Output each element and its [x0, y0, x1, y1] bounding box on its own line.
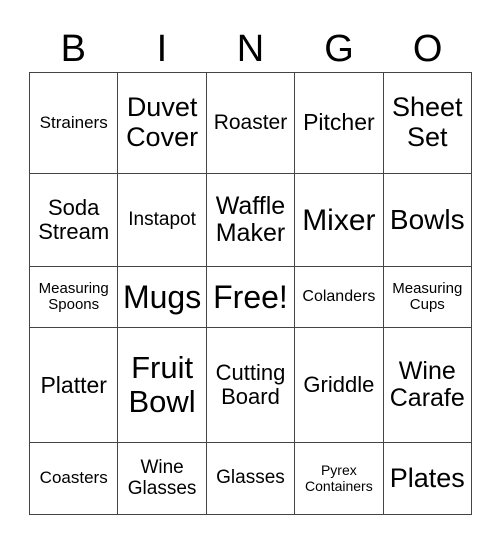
- bingo-cell[interactable]: Duvet Cover: [117, 72, 207, 174]
- bingo-cell[interactable]: Pyrex Containers: [294, 442, 384, 515]
- bingo-cell[interactable]: Mugs: [117, 266, 207, 328]
- header-letter-i: I: [156, 28, 168, 70]
- bingo-cell[interactable]: Measuring Spoons: [28, 266, 119, 328]
- header-letter-n: N: [236, 28, 265, 70]
- bingo-cell[interactable]: Strainers: [28, 72, 119, 174]
- header-letter-g: G: [324, 28, 354, 70]
- bingo-cell[interactable]: Instapot: [117, 172, 207, 268]
- bingo-cell[interactable]: Roaster: [205, 72, 296, 174]
- bingo-cell[interactable]: Cutting Board: [205, 326, 296, 444]
- header-letter-b: B: [60, 28, 86, 70]
- bingo-cell[interactable]: Wine Carafe: [382, 326, 473, 444]
- bingo-cell[interactable]: Fruit Bowl: [117, 326, 207, 444]
- bingo-cell[interactable]: Soda Stream: [28, 172, 119, 268]
- bingo-cell[interactable]: Coasters: [28, 442, 119, 515]
- bingo-cell[interactable]: Bowls: [382, 172, 473, 268]
- bingo-cell[interactable]: Pitcher: [294, 72, 384, 174]
- bingo-cell[interactable]: Wine Glasses: [117, 442, 207, 515]
- bingo-header: B I N G O: [29, 26, 472, 72]
- grid-row: Soda Stream Instapot Waffle Maker Mixer …: [28, 172, 473, 268]
- bingo-cell[interactable]: Colanders: [294, 266, 384, 328]
- grid-row: Platter Fruit Bowl Cutting Board Griddle…: [28, 326, 473, 444]
- bingo-cell[interactable]: Mixer: [294, 172, 384, 268]
- header-letter-o: O: [412, 28, 443, 70]
- grid-row: Strainers Duvet Cover Roaster Pitcher Sh…: [28, 72, 473, 174]
- grid-row: Measuring Spoons Mugs Free! Colanders Me…: [28, 266, 473, 328]
- bingo-cell[interactable]: Glasses: [205, 442, 296, 515]
- grid-row: Coasters Wine Glasses Glasses Pyrex Cont…: [28, 442, 473, 515]
- bingo-cell[interactable]: Measuring Cups: [382, 266, 473, 328]
- bingo-cell[interactable]: Plates: [382, 442, 473, 515]
- bingo-cell[interactable]: Griddle: [294, 326, 384, 444]
- bingo-cell[interactable]: Platter: [28, 326, 119, 444]
- bingo-cell[interactable]: Waffle Maker: [205, 172, 296, 268]
- bingo-grid: Strainers Duvet Cover Roaster Pitcher Sh…: [28, 72, 473, 515]
- bingo-cell[interactable]: Sheet Set: [382, 72, 473, 174]
- free-space-cell[interactable]: Free!: [205, 266, 296, 328]
